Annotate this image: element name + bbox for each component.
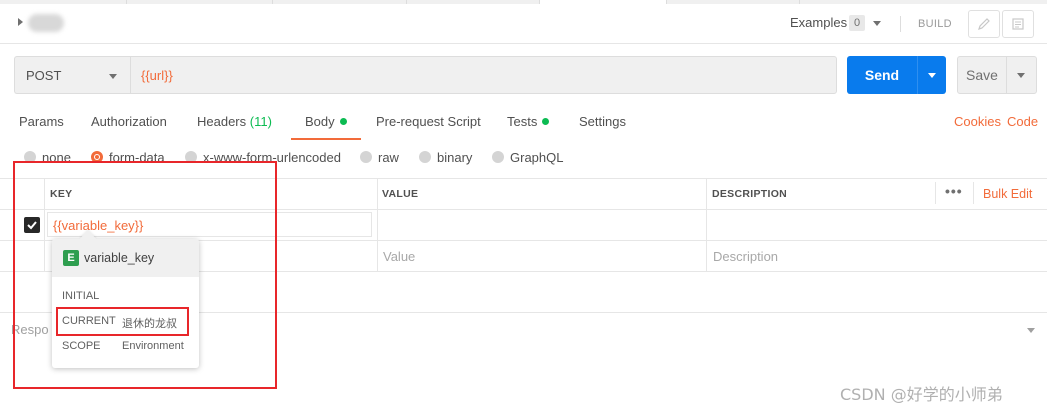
chevron-down-icon[interactable] (1027, 328, 1035, 333)
divider (377, 178, 378, 272)
bulk-edit-link[interactable]: Bulk Edit (983, 187, 1032, 201)
divider (935, 182, 936, 204)
description-placeholder[interactable]: Description (713, 249, 778, 264)
send-dropdown-chevron-icon[interactable] (928, 73, 936, 78)
save-label: Save (966, 67, 998, 83)
divider (1006, 57, 1007, 93)
divider (900, 16, 901, 32)
save-dropdown-chevron-icon[interactable] (1017, 73, 1025, 78)
request-header: Examples 0 BUILD (0, 4, 1047, 44)
request-tabs: Params Authorization Headers (11) Body P… (0, 104, 1047, 140)
chevron-down-icon[interactable] (873, 21, 881, 26)
tab-settings[interactable]: Settings (579, 114, 626, 129)
caret-right-icon[interactable] (18, 18, 23, 26)
save-button[interactable]: Save (957, 56, 1037, 94)
method-select[interactable]: POST (14, 56, 130, 94)
tab-pre-request-script[interactable]: Pre-request Script (376, 114, 481, 129)
radio-label: raw (378, 150, 399, 165)
build-label[interactable]: BUILD (918, 18, 952, 30)
tab-tests[interactable]: Tests (507, 114, 550, 129)
highlight-box-current (56, 307, 189, 336)
radio-ring (419, 151, 431, 163)
tab-body[interactable]: Body (305, 114, 347, 129)
value-placeholder[interactable]: Value (383, 249, 415, 264)
url-text: {{url}} (141, 68, 173, 83)
radio-binary[interactable]: binary (419, 150, 473, 165)
tab-label: Headers (197, 114, 247, 129)
tab-authorization[interactable]: Authorization (91, 114, 167, 129)
cookies-link[interactable]: Cookies (954, 114, 1001, 129)
tab-label: Params (19, 114, 64, 129)
tab-label: Authorization (91, 114, 167, 129)
watermark: CSDN @好学的小师弟 (840, 385, 1003, 404)
code-link[interactable]: Code (1007, 114, 1038, 129)
status-dot (339, 118, 347, 125)
send-label: Send (864, 67, 900, 83)
radio-raw[interactable]: raw (360, 150, 399, 165)
tab-label: Pre-request Script (376, 114, 481, 129)
request-name-blurred (28, 14, 64, 32)
highlight-box (13, 161, 277, 389)
radio-label: binary (437, 150, 473, 165)
headers-count: (11) (249, 114, 272, 129)
tab-params[interactable]: Params (19, 114, 64, 129)
pencil-icon[interactable] (968, 10, 1000, 38)
document-icon[interactable] (1002, 10, 1034, 38)
tab-label: Settings (579, 114, 626, 129)
radio-graphql[interactable]: GraphQL (492, 150, 564, 165)
radio-ring (492, 151, 504, 163)
status-dot (542, 118, 550, 125)
active-tab-indicator (291, 138, 361, 140)
send-button[interactable]: Send (847, 56, 946, 94)
radio-ring (360, 151, 372, 163)
tab-headers[interactable]: Headers (11) (197, 114, 272, 129)
tab-label: Tests (507, 114, 538, 129)
column-header-value: VALUE (382, 188, 419, 200)
divider (973, 182, 974, 204)
method-label: POST (26, 68, 62, 83)
url-input[interactable]: {{url}} (130, 56, 837, 94)
tab-label: Body (305, 114, 335, 129)
more-options-icon[interactable]: ••• (945, 183, 963, 199)
chevron-down-icon (109, 74, 117, 79)
divider (917, 56, 918, 94)
examples-label[interactable]: Examples (790, 15, 847, 30)
divider (706, 178, 707, 272)
examples-count-badge: 0 (849, 15, 865, 31)
column-header-description: DESCRIPTION (712, 188, 788, 200)
radio-label: GraphQL (510, 150, 564, 165)
